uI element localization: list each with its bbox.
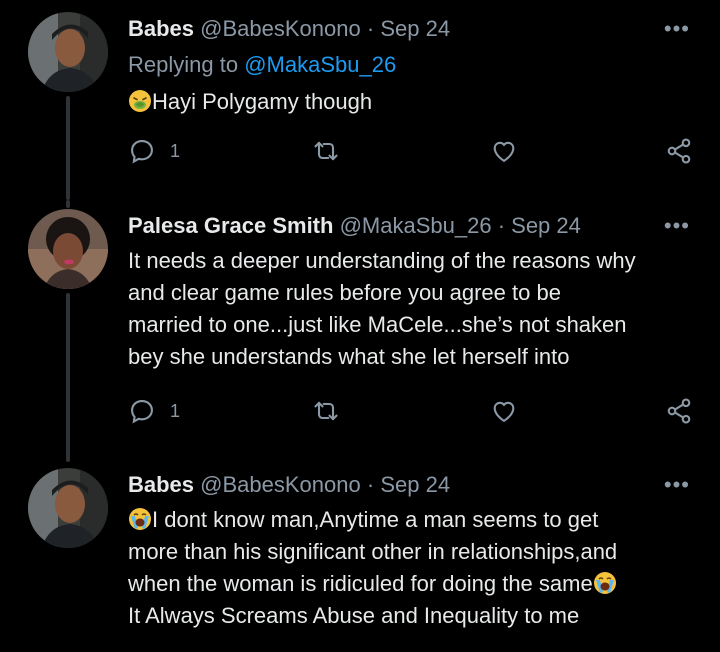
heart-icon: [493, 141, 515, 163]
retweet-icon: [314, 401, 338, 421]
tweet-text-line: more than his significant other in relat…: [128, 539, 618, 564]
more-options-icon[interactable]: •••: [664, 16, 690, 42]
tweet-header: Babes @BabesKonono · Sep 24: [128, 16, 450, 42]
tweet-text: Hayi Polygamy though: [128, 86, 698, 118]
crying-face-icon: [129, 508, 151, 530]
avatar[interactable]: [28, 468, 108, 548]
tweet-text-line: I dont know man,Anytime a man seems to g…: [128, 504, 698, 536]
reply-count: 1: [170, 140, 181, 161]
tweet-3[interactable]: Babes @BabesKonono · Sep 24 ••• I dont k…: [0, 462, 720, 652]
reply-count: 1: [170, 400, 181, 421]
separator-dot: ·: [366, 472, 375, 497]
avatar[interactable]: [28, 12, 108, 92]
thread-line: [66, 96, 70, 200]
reply-button[interactable]: 1: [128, 397, 180, 425]
separator-dot: ·: [366, 16, 375, 41]
share-icon: [667, 398, 691, 424]
tweet-text-line: bey she understands what she let herself…: [128, 344, 570, 369]
replying-to-label: Replying to: [128, 52, 239, 77]
reply-icon: [131, 140, 153, 164]
tweet-text: I dont know man,Anytime a man seems to g…: [128, 504, 698, 632]
tweet-text-line: and clear game rules before you agree to…: [128, 280, 561, 305]
more-options-icon[interactable]: •••: [664, 213, 690, 239]
action-bar: 1: [128, 397, 693, 429]
tweet-date[interactable]: Sep 24: [380, 472, 450, 497]
nauseated-face-icon: [129, 90, 151, 112]
tweet-2[interactable]: Palesa Grace Smith @MakaSbu_26 · Sep 24 …: [0, 200, 720, 462]
author-handle[interactable]: @BabesKonono: [200, 472, 361, 497]
thread-line: [66, 200, 70, 208]
like-button[interactable]: [490, 137, 518, 165]
retweet-button[interactable]: [312, 397, 340, 425]
replying-to: Replying to @MakaSbu_26: [128, 52, 396, 78]
more-options-icon[interactable]: •••: [664, 472, 690, 498]
crying-face-icon: [593, 572, 616, 594]
share-button[interactable]: [665, 397, 693, 425]
tweet-text-content: Hayi Polygamy though: [152, 89, 373, 114]
heart-icon: [493, 401, 515, 423]
tweet-text-line: It needs a deeper understanding of the r…: [128, 248, 636, 273]
tweet-text-line: married to one...just like MaCele...she’…: [128, 312, 627, 337]
share-icon: [667, 138, 691, 164]
thread-line: [66, 293, 70, 462]
separator-dot: ·: [497, 213, 506, 238]
tweet-date[interactable]: Sep 24: [380, 16, 450, 41]
share-button[interactable]: [665, 137, 693, 165]
tweet-text-line: It Always Screams Abuse and Inequality t…: [128, 603, 580, 628]
retweet-button[interactable]: [312, 137, 340, 165]
author-name[interactable]: Palesa Grace Smith: [128, 213, 333, 238]
author-handle[interactable]: @BabesKonono: [200, 16, 361, 41]
tweet-text-line: when the woman is ridiculed for doing th…: [128, 568, 698, 600]
mention-link[interactable]: @MakaSbu_26: [244, 52, 396, 77]
reply-icon: [131, 400, 153, 424]
like-button[interactable]: [490, 397, 518, 425]
avatar[interactable]: [28, 209, 108, 289]
author-handle[interactable]: @MakaSbu_26: [340, 213, 492, 238]
author-name[interactable]: Babes: [128, 472, 194, 497]
tweet-header: Palesa Grace Smith @MakaSbu_26 · Sep 24: [128, 213, 581, 239]
action-bar: 1: [128, 137, 693, 169]
tweet-1[interactable]: Babes @BabesKonono · Sep 24 ••• Replying…: [0, 0, 720, 200]
tweet-text-content: when the woman is ridiculed for doing th…: [128, 571, 593, 596]
retweet-icon: [314, 141, 338, 161]
author-name[interactable]: Babes: [128, 16, 194, 41]
tweet-text: It needs a deeper understanding of the r…: [128, 245, 698, 373]
tweet-header: Babes @BabesKonono · Sep 24: [128, 472, 450, 498]
reply-button[interactable]: 1: [128, 137, 180, 165]
tweet-text-content: I dont know man,Anytime a man seems to g…: [152, 507, 599, 532]
tweet-date[interactable]: Sep 24: [511, 213, 581, 238]
